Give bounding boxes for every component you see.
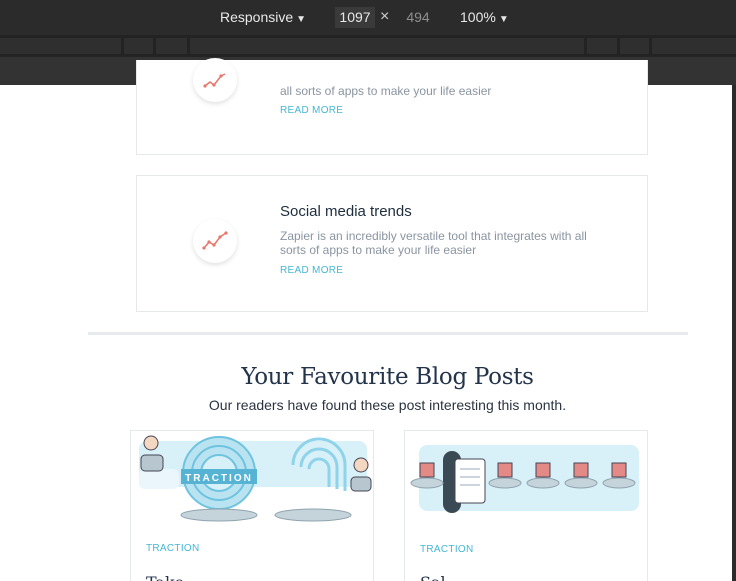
blog-post-card[interactable]: TRACTION TRACTION Take…: [130, 430, 374, 581]
feature-description: all sorts of apps to make your life easi…: [280, 84, 492, 98]
feature-title: Social media trends: [280, 203, 412, 220]
feature-description: Zapier is an incredibly versatile tool t…: [280, 229, 587, 257]
section-divider: [88, 332, 688, 335]
trend-chart-icon: [193, 58, 237, 102]
media-query-ruler: [0, 35, 736, 57]
media-query-segment[interactable]: [0, 38, 121, 54]
zoom-label: 100%: [460, 9, 496, 25]
blog-post-card[interactable]: TRACTION Sal…: [404, 430, 648, 581]
devtools-responsive-bar: Responsive ▼ 1097 × 494 100% ▼: [0, 0, 736, 35]
media-query-segment[interactable]: [156, 38, 187, 54]
post-title[interactable]: Sal…: [420, 573, 462, 581]
media-query-segment[interactable]: [124, 38, 153, 54]
device-mode-dropdown[interactable]: Responsive ▼: [220, 9, 306, 25]
media-query-segment[interactable]: [190, 38, 584, 54]
chevron-down-icon: ▼: [296, 14, 307, 25]
viewport-height-input[interactable]: 494: [400, 7, 436, 28]
feature-card: Social media trends Zapier is an incredi…: [136, 175, 648, 312]
blog-section-subheading: Our readers have found these post intere…: [208, 397, 567, 413]
read-more-link[interactable]: READ MORE: [280, 105, 343, 116]
media-query-segment[interactable]: [620, 38, 649, 54]
post-title[interactable]: Take…: [146, 573, 200, 581]
media-query-segment[interactable]: [587, 38, 617, 54]
blog-section-heading: Your Favourite Blog Posts: [241, 364, 534, 390]
feature-card: all sorts of apps to make your life easi…: [136, 58, 648, 155]
viewport-resize-handle[interactable]: [732, 85, 736, 581]
device-mode-label: Responsive: [220, 9, 294, 25]
viewport-width-input[interactable]: 1097: [335, 7, 375, 28]
chevron-down-icon: ▼: [498, 14, 509, 25]
traction-illustration: TRACTION: [139, 435, 372, 522]
svg-text:TRACTION: TRACTION: [185, 473, 253, 484]
post-tag[interactable]: TRACTION: [146, 543, 200, 554]
read-more-link[interactable]: READ MORE: [280, 265, 343, 276]
sales-automation-illustration: [410, 445, 639, 513]
dimension-separator-icon: ×: [380, 8, 390, 25]
post-tag[interactable]: TRACTION: [420, 544, 474, 555]
zoom-dropdown[interactable]: 100% ▼: [460, 9, 509, 25]
trend-chart-icon: [193, 219, 237, 263]
media-query-segment[interactable]: [652, 38, 736, 54]
